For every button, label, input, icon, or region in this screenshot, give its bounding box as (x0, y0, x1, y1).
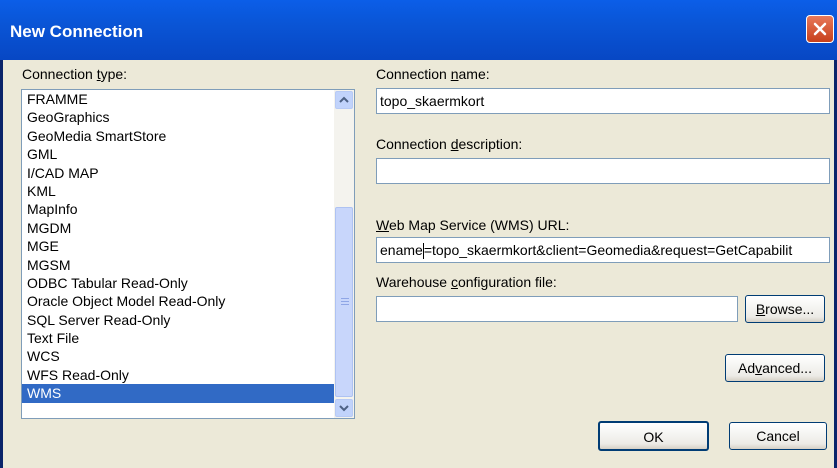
chevron-down-icon (339, 405, 349, 412)
connection-type-item[interactable]: WCS (22, 347, 354, 365)
connection-type-item[interactable]: I/CAD MAP (22, 164, 354, 182)
scroll-down-button[interactable] (335, 399, 353, 417)
title-bar[interactable]: New Connection (0, 0, 837, 60)
ok-button[interactable]: OK (598, 421, 709, 451)
connection-name-input[interactable]: topo_skaermkort (376, 88, 830, 114)
connection-type-item[interactable]: GeoMedia SmartStore (22, 127, 354, 145)
close-button[interactable] (806, 15, 834, 43)
window-title: New Connection (10, 22, 144, 41)
wms-url-input[interactable]: ename=topo_skaermkort&client=Geomedia&re… (376, 237, 830, 263)
connection-type-item[interactable]: MapInfo (22, 200, 354, 218)
connection-type-item[interactable]: WMS (22, 384, 354, 403)
url-text-before-caret: ename (380, 242, 423, 258)
connection-description-input[interactable] (376, 158, 830, 184)
connection-type-item[interactable]: GML (22, 145, 354, 163)
warehouse-config-label: Warehouse configuration file: (376, 274, 557, 290)
thumb-grip (341, 301, 349, 302)
new-connection-dialog: New Connection Connection type: FRAMME Ge… (0, 0, 837, 468)
chevron-up-icon (339, 96, 349, 103)
dialog-client-area: Connection type: FRAMME GeoGraphics GeoMed… (3, 60, 834, 468)
advanced-button[interactable]: Advanced... (725, 354, 825, 382)
connection-type-item[interactable]: SQL Server Read-Only (22, 311, 354, 329)
connection-type-item[interactable]: KML (22, 182, 354, 200)
browse-button[interactable]: Browse... (745, 295, 825, 323)
connection-type-item[interactable]: FRAMME (22, 90, 354, 108)
connection-type-label: Connection type: (22, 66, 128, 82)
url-text-after-caret: =topo_skaermkort&client=Geomedia&request… (423, 242, 793, 258)
connection-type-item[interactable]: MGDM (22, 219, 354, 237)
connection-type-item[interactable]: MGSM (22, 256, 354, 274)
wms-url-label: Web Map Service (WMS) URL: (376, 217, 570, 233)
connection-type-item[interactable]: Oracle Object Model Read-Only (22, 292, 354, 310)
thumb-grip (341, 298, 349, 299)
connection-type-list[interactable]: FRAMME GeoGraphics GeoMedia SmartStore GML I… (21, 89, 355, 419)
connection-description-label: Connection description: (376, 136, 523, 152)
warehouse-config-input[interactable] (376, 296, 738, 322)
list-scrollbar[interactable] (334, 90, 354, 418)
connection-type-item[interactable]: GeoGraphics (22, 108, 354, 126)
connection-type-item[interactable]: MGE (22, 237, 354, 255)
cancel-button[interactable]: Cancel (729, 422, 827, 450)
connection-type-items: FRAMME GeoGraphics GeoMedia SmartStore GML I… (22, 90, 354, 403)
connection-type-item[interactable]: ODBC Tabular Read-Only (22, 274, 354, 292)
connection-type-item[interactable]: WFS Read-Only (22, 366, 354, 384)
connection-name-label: Connection name: (376, 66, 490, 82)
thumb-grip (341, 304, 349, 305)
connection-type-item[interactable]: Text File (22, 329, 354, 347)
close-icon (813, 22, 827, 36)
scroll-thumb[interactable] (335, 207, 353, 397)
scroll-up-button[interactable] (335, 91, 353, 109)
